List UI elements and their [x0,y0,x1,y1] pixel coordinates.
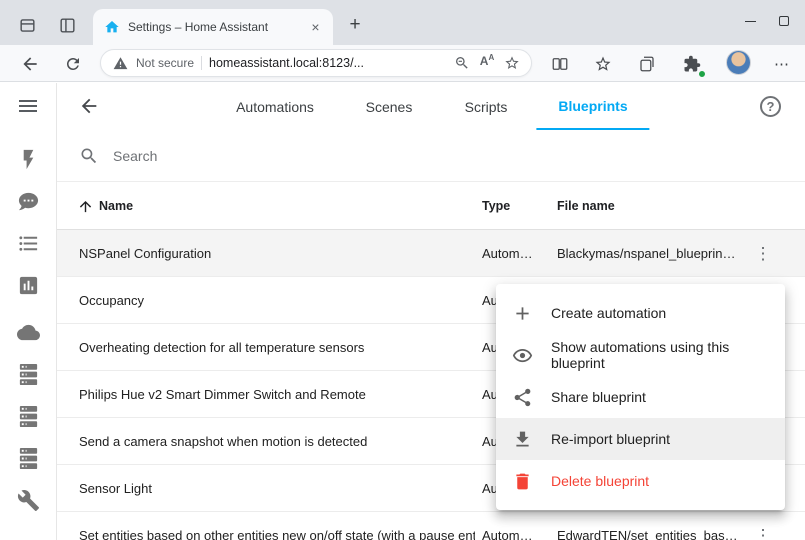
extensions-icon[interactable] [680,52,704,76]
menu-item-label: Show automations using this blueprint [551,339,769,371]
plus-icon [512,303,533,324]
url-text[interactable]: homeassistant.local:8123/... [209,56,446,70]
row-type: Autom… [482,230,550,277]
minimize-button[interactable] [735,6,765,36]
sidebar-menu-icon[interactable] [16,94,40,118]
new-tab-button[interactable]: + [344,15,366,37]
tab-automations[interactable]: Automations [214,83,336,130]
row-file: EdwardTEN/set_entities_bas… [557,512,757,540]
row-name: Occupancy [79,277,475,324]
menu-item-share-blueprint[interactable]: Share blueprint [496,376,785,418]
browser-more-menu[interactable]: ⋯ [770,52,794,76]
browser-tab[interactable]: Settings – Home Assistant × [93,9,333,45]
row-overflow-icon[interactable]: ⋮ [751,242,775,266]
column-header-name-label: Name [99,199,133,213]
search-input[interactable] [113,148,543,164]
sidebar-chart-icon[interactable] [17,274,40,297]
menu-item-label: Share blueprint [551,389,646,405]
profile-avatar[interactable] [726,50,751,75]
tab-blueprints[interactable]: Blueprints [536,83,649,130]
menu-item-label: Delete blueprint [551,473,649,489]
letter-a-small: A [488,53,494,62]
address-bar[interactable]: Not secure homeassistant.local:8123/... … [100,49,532,77]
trash-icon [512,471,533,492]
table-header: Name Type File name [57,182,805,230]
maximize-button[interactable] [769,6,799,36]
letter-a-large: A [480,54,489,68]
sidebar-wrench-icon[interactable] [17,489,40,512]
search-row [57,130,805,182]
sidebar-cloud-icon[interactable] [17,321,40,344]
sidebar-list-icon[interactable] [17,232,40,255]
menu-item-delete-blueprint[interactable]: Delete blueprint [496,460,785,502]
ha-back-icon[interactable] [78,95,100,117]
column-header-name[interactable]: Name [77,182,133,230]
workspaces-icon[interactable] [17,15,37,35]
menu-item-show-automations[interactable]: Show automations using this blueprint [496,334,785,376]
tab-close-icon[interactable]: × [307,19,324,36]
menu-item-create-automation[interactable]: Create automation [496,292,785,334]
row-name: NSPanel Configuration [79,230,475,277]
tab-title: Settings – Home Assistant [128,20,299,34]
green-status-dot [698,70,706,78]
sidebar-server-icon-3[interactable] [17,447,40,470]
share-icon [512,387,533,408]
not-secure-warning-icon [111,54,129,72]
home-assistant-favicon [104,19,120,35]
security-label: Not secure [136,56,194,70]
row-overflow-icon[interactable]: ⋮ [751,524,775,540]
text-preferences-icon[interactable]: AA [478,54,496,72]
sidebar-server-icon-1[interactable] [17,363,40,386]
back-icon[interactable] [18,52,42,76]
row-name: Overheating detection for all temperatur… [79,324,475,371]
row-name: Set entities based on other entities new… [79,512,475,540]
search-icon [79,146,99,166]
browser-titlebar: Settings – Home Assistant × + [0,0,805,45]
ha-sidebar [0,83,57,540]
favorites-icon[interactable] [591,52,615,76]
sort-ascending-icon [77,198,94,215]
row-type: Autom… [482,512,550,540]
help-icon[interactable]: ? [760,96,781,117]
blueprint-context-menu: Create automation Show automations using… [496,284,785,510]
menu-item-label: Re-import blueprint [551,431,670,447]
table-row[interactable]: Set entities based on other entities new… [57,512,805,540]
menu-item-label: Create automation [551,305,666,321]
table-row[interactable]: NSPanel Configuration Autom… Blackymas/n… [57,230,805,277]
address-divider [201,56,202,70]
row-file: Blackymas/nspanel_blueprin… [557,230,757,277]
refresh-icon[interactable] [61,52,85,76]
favorite-star-icon[interactable] [503,54,521,72]
menu-item-reimport-blueprint[interactable]: Re-import blueprint [496,418,785,460]
download-icon [512,429,533,450]
row-name: Philips Hue v2 Smart Dimmer Switch and R… [79,371,475,418]
split-screen-icon[interactable] [548,52,572,76]
eye-icon [512,345,533,366]
row-name: Send a camera snapshot when motion is de… [79,418,475,465]
browser-navbar: Not secure homeassistant.local:8123/... … [0,45,805,82]
sidebar-energy-icon[interactable] [17,148,40,171]
collections-icon[interactable] [635,52,659,76]
zoom-icon[interactable] [453,54,471,72]
column-header-type[interactable]: Type [482,182,510,230]
vertical-tabs-icon[interactable] [57,15,77,35]
sidebar-chat-icon[interactable] [17,190,40,213]
tab-scripts[interactable]: Scripts [443,83,530,130]
column-header-file[interactable]: File name [557,182,615,230]
ha-appbar: Automations Scenes Scripts Blueprints ? [57,83,805,130]
tab-scenes[interactable]: Scenes [344,83,435,130]
row-name: Sensor Light [79,465,475,512]
sidebar-server-icon-2[interactable] [17,405,40,428]
